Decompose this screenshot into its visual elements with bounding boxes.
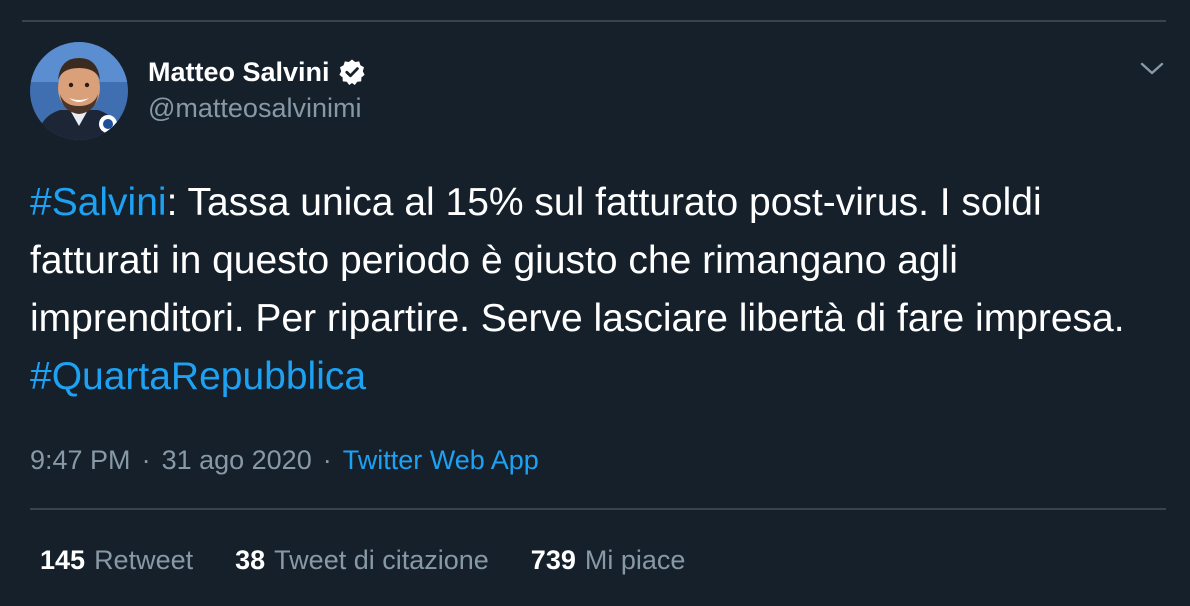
stat-value: 145 (40, 544, 86, 575)
chevron-down-icon[interactable] (1136, 52, 1168, 84)
tweet-card: Matteo Salvini @matteosalvinimi #Salvini… (0, 0, 1190, 606)
like-count[interactable]: 739 Mi piace (531, 545, 686, 576)
stat-label: Tweet di citazione (274, 544, 489, 575)
author-name-row[interactable]: Matteo Salvini (148, 54, 366, 90)
tweet-body-text: : Tassa unica al 15% sul fatturato post-… (30, 181, 1125, 340)
stat-label: Mi piace (584, 544, 686, 575)
hashtag-link[interactable]: #QuartaRepubblica (30, 355, 366, 398)
tweet-source-link[interactable]: Twitter Web App (343, 445, 539, 476)
display-name[interactable]: Matteo Salvini (148, 57, 330, 88)
tweet-date[interactable]: 31 ago 2020 (162, 445, 312, 476)
tweet-text: #Salvini: Tassa unica al 15% sul fattura… (30, 174, 1170, 406)
hashtag-link[interactable]: #Salvini (30, 181, 167, 224)
meta-separator: · (141, 444, 151, 475)
meta-separator: · (322, 444, 332, 475)
retweet-count[interactable]: 145 Retweet (40, 545, 193, 576)
author-handle[interactable]: @matteosalvinimi (148, 93, 361, 124)
stat-label: Retweet (94, 544, 194, 575)
stats-divider (30, 508, 1166, 510)
top-divider (22, 20, 1166, 22)
tweet-time[interactable]: 9:47 PM (30, 445, 131, 476)
stat-value: 739 (530, 544, 576, 575)
avatar[interactable] (30, 42, 128, 140)
quote-tweet-count[interactable]: 38 Tweet di citazione (235, 545, 489, 576)
tweet-stats: 145 Retweet 38 Tweet di citazione 739 Mi… (40, 540, 685, 580)
verified-badge-icon (338, 58, 366, 86)
tweet-meta: 9:47 PM · 31 ago 2020 · Twitter Web App (30, 440, 539, 480)
stat-value: 38 (235, 544, 266, 575)
